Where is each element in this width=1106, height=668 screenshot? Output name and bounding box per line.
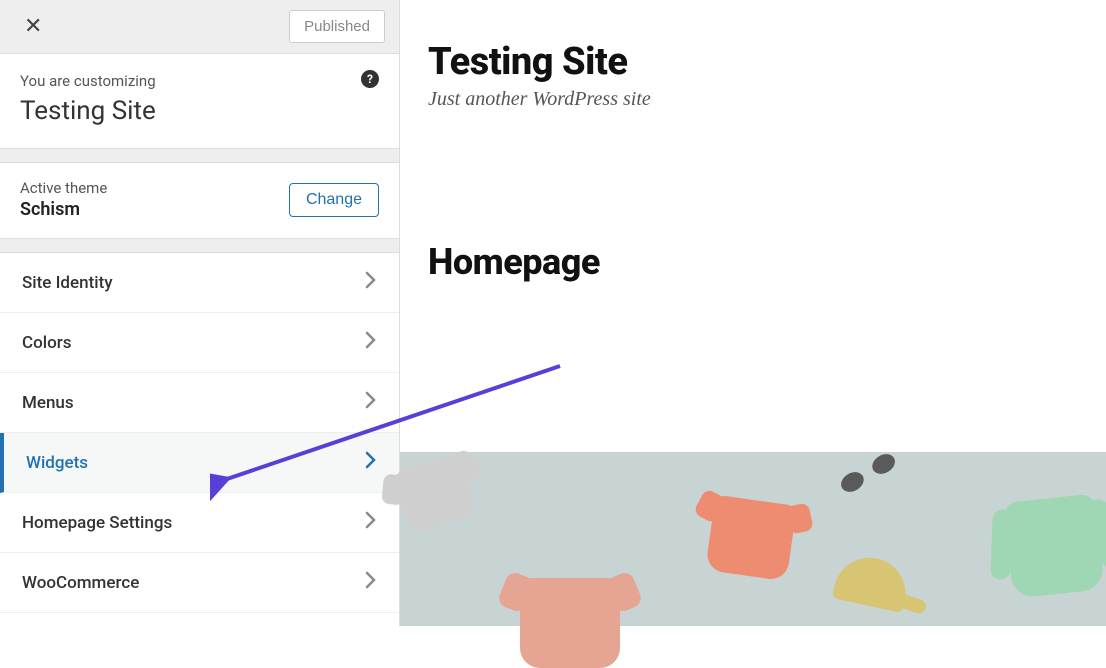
product-illustration — [520, 578, 620, 668]
theme-name: Schism — [20, 199, 107, 220]
section-widgets[interactable]: Widgets — [0, 433, 399, 493]
section-label: WooCommerce — [22, 573, 139, 593]
section-menus[interactable]: Menus — [0, 373, 399, 433]
chevron-right-icon — [365, 451, 377, 474]
section-homepage-settings[interactable]: Homepage Settings — [0, 493, 399, 553]
close-icon[interactable]: ✕ — [14, 8, 52, 45]
change-theme-button[interactable]: Change — [289, 183, 379, 217]
customizer-topbar: ✕ Published — [0, 0, 399, 54]
section-woocommerce[interactable]: WooCommerce — [0, 553, 399, 613]
section-label: Widgets — [26, 453, 88, 473]
publish-status-button[interactable]: Published — [289, 10, 385, 43]
site-title: Testing Site — [428, 40, 1078, 84]
section-label: Colors — [22, 333, 71, 353]
section-site-identity[interactable]: Site Identity — [0, 253, 399, 313]
section-label: Menus — [22, 393, 74, 413]
section-list: Site Identity Colors Menus Widgets Homep… — [0, 253, 399, 613]
theme-panel: Active theme Schism Change — [0, 163, 399, 239]
section-colors[interactable]: Colors — [0, 313, 399, 373]
chevron-right-icon — [365, 271, 377, 294]
help-icon[interactable]: ? — [361, 70, 379, 88]
context-panel: You are customizing Testing Site ? — [0, 54, 399, 149]
context-title: Testing Site — [20, 96, 379, 126]
section-label: Homepage Settings — [22, 513, 172, 533]
chevron-right-icon — [365, 571, 377, 594]
section-label: Site Identity — [22, 273, 113, 293]
chevron-right-icon — [365, 391, 377, 414]
chevron-right-icon — [365, 331, 377, 354]
divider — [0, 239, 399, 253]
context-label: You are customizing — [20, 72, 379, 90]
divider — [0, 149, 399, 163]
customizer-sidebar: ✕ Published You are customizing Testing … — [0, 0, 400, 626]
page-title: Homepage — [428, 241, 1078, 283]
site-tagline: Just another WordPress site — [428, 88, 1078, 111]
product-illustration — [1003, 493, 1105, 598]
chevron-right-icon — [365, 511, 377, 534]
product-illustration — [705, 495, 797, 582]
theme-label: Active theme — [20, 179, 107, 197]
